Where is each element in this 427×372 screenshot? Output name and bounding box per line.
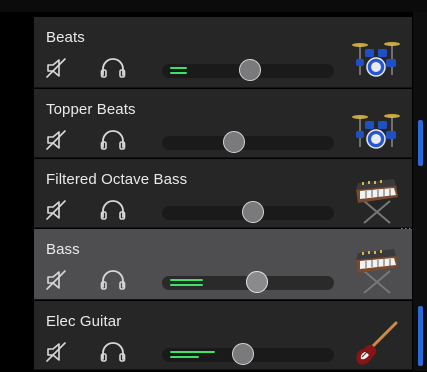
meter-bar xyxy=(170,279,203,281)
region-edge-indicator xyxy=(418,306,423,366)
volume-knob[interactable] xyxy=(223,131,245,153)
electric-guitar-icon xyxy=(352,319,400,367)
meter-bar xyxy=(170,284,203,286)
volume-slider[interactable] xyxy=(162,131,334,153)
track-name: Elec Guitar xyxy=(46,313,122,330)
track-name: Bass xyxy=(46,241,80,258)
meter-bar xyxy=(170,67,187,69)
drum-kit-icon xyxy=(352,107,400,155)
volume-knob[interactable] xyxy=(239,59,261,81)
headphones-icon[interactable] xyxy=(100,269,126,291)
mute-icon[interactable] xyxy=(45,129,69,151)
volume-knob[interactable] xyxy=(246,271,268,293)
track-name: Topper Beats xyxy=(46,101,136,118)
track-name: Beats xyxy=(46,29,85,46)
headphones-icon[interactable] xyxy=(100,199,126,221)
volume-slider[interactable] xyxy=(162,201,334,223)
mute-icon[interactable] xyxy=(45,341,69,363)
track-header[interactable]: Filtered Octave Bass xyxy=(34,159,412,228)
meter-bar xyxy=(170,72,187,74)
headphones-icon[interactable] xyxy=(100,341,126,363)
track-header[interactable]: Topper Beats xyxy=(34,89,412,158)
synthesizer-icon xyxy=(352,177,400,225)
track-header[interactable]: Bass xyxy=(34,229,412,300)
volume-slider[interactable] xyxy=(162,59,334,81)
meter-bar xyxy=(170,356,199,358)
synthesizer-icon xyxy=(352,247,400,295)
track-header[interactable]: Beats xyxy=(34,17,412,88)
headphones-icon[interactable] xyxy=(100,129,126,151)
volume-knob[interactable] xyxy=(232,343,254,365)
mute-icon[interactable] xyxy=(45,199,69,221)
mute-icon[interactable] xyxy=(45,57,69,79)
top-bar xyxy=(0,0,427,12)
track-name: Filtered Octave Bass xyxy=(46,171,188,188)
headphones-icon[interactable] xyxy=(100,57,126,79)
volume-slider[interactable] xyxy=(162,271,334,293)
volume-knob[interactable] xyxy=(242,201,264,223)
track-header[interactable]: Elec Guitar xyxy=(34,301,412,370)
drum-kit-icon xyxy=(352,35,400,83)
volume-slider[interactable] xyxy=(162,343,334,365)
mute-icon[interactable] xyxy=(45,269,69,291)
region-edge-indicator xyxy=(418,120,423,166)
meter-bar xyxy=(170,351,215,353)
